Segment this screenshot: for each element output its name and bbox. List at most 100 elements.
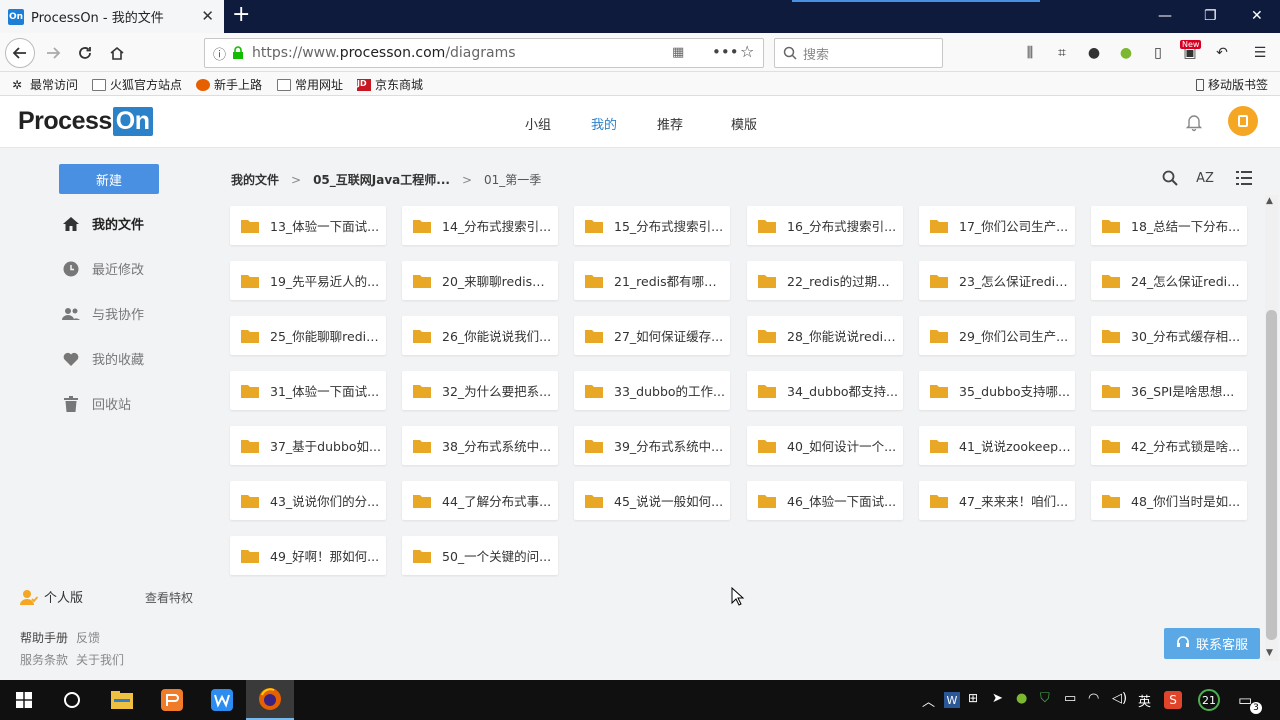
tray-wifi-icon[interactable]: ◠ xyxy=(1088,691,1099,706)
folder-card[interactable]: 22_redis的过期策... xyxy=(747,261,903,300)
sidebar-icon[interactable]: ▯ xyxy=(1150,45,1166,61)
folder-card[interactable]: 45_说说一般如何... xyxy=(574,481,730,520)
minimize-icon[interactable]: — xyxy=(1158,8,1172,24)
scroll-up-icon[interactable]: ▲ xyxy=(1266,196,1273,206)
breadcrumb-java-folder[interactable]: 05_互联网Java工程师... xyxy=(313,171,450,188)
folder-card[interactable]: 43_说说你们的分... xyxy=(230,481,386,520)
folder-card[interactable]: 50_一个关键的问... xyxy=(402,536,558,575)
window-close-icon[interactable]: ✕ xyxy=(1251,8,1263,24)
start-button[interactable] xyxy=(0,680,48,720)
nav-mine[interactable]: 我的 xyxy=(591,114,617,133)
feedback-link[interactable]: 反馈 xyxy=(76,629,100,646)
folder-card[interactable]: 13_体验一下面试... xyxy=(230,206,386,245)
sort-az-icon[interactable]: AZ xyxy=(1194,168,1216,188)
folder-card[interactable]: 42_分布式锁是啥... xyxy=(1091,426,1247,465)
sidebar-item-favorites[interactable]: 我的收藏 xyxy=(62,349,144,368)
folder-card[interactable]: 30_分布式缓存相... xyxy=(1091,316,1247,355)
terms-link[interactable]: 服务条款 xyxy=(20,651,68,668)
qr-code-icon[interactable]: ▦ xyxy=(672,45,684,60)
reload-button[interactable] xyxy=(70,38,100,68)
sidebar-item-collaborate[interactable]: 与我协作 xyxy=(62,304,144,323)
tray-send-icon[interactable]: ➤ xyxy=(992,691,1003,706)
about-link[interactable]: 关于我们 xyxy=(76,651,124,668)
tray-camera-icon[interactable]: ⊞ xyxy=(968,691,978,705)
bookmark-most-visited[interactable]: ✲ 最常访问 xyxy=(12,76,78,93)
folder-card[interactable]: 14_分布式搜索引... xyxy=(402,206,558,245)
folder-card[interactable]: 17_你们公司生产... xyxy=(919,206,1075,245)
folder-card[interactable]: 38_分布式系统中... xyxy=(402,426,558,465)
view-privileges-link[interactable]: 查看特权 xyxy=(145,589,193,606)
nav-groups[interactable]: 小组 xyxy=(525,114,551,133)
folder-card[interactable]: 25_你能聊聊redis... xyxy=(230,316,386,355)
folder-card[interactable]: 15_分布式搜索引... xyxy=(574,206,730,245)
menu-icon[interactable]: ☰ xyxy=(1252,45,1268,61)
browser-search-box[interactable]: 搜索 xyxy=(774,38,943,68)
tray-ime[interactable]: 英 xyxy=(1138,691,1151,710)
folder-card[interactable]: 36_SPI是啥思想... xyxy=(1091,371,1247,410)
tray-word-icon[interactable]: W xyxy=(944,692,960,708)
contact-service-button[interactable]: 联系客服 xyxy=(1164,628,1260,659)
sidebar-item-trash[interactable]: 回收站 xyxy=(62,394,131,413)
taskbar-slides-app[interactable] xyxy=(148,680,196,720)
folder-card[interactable]: 35_dubbo支持哪... xyxy=(919,371,1075,410)
folder-card[interactable]: 24_怎么保证redis... xyxy=(1091,261,1247,300)
breadcrumb-my-files[interactable]: 我的文件 xyxy=(231,171,279,188)
library-icon[interactable]: ⫼ xyxy=(1022,45,1038,61)
sidebar-item-my-files[interactable]: 我的文件 xyxy=(62,214,144,233)
folder-card[interactable]: 41_说说zookeepe... xyxy=(919,426,1075,465)
folder-card[interactable]: 27_如何保证缓存... xyxy=(574,316,730,355)
bookmark-getting-started[interactable]: 新手上路 xyxy=(196,76,262,93)
list-view-icon[interactable] xyxy=(1233,168,1255,188)
folder-card[interactable]: 21_redis都有哪些... xyxy=(574,261,730,300)
scrollbar-thumb[interactable] xyxy=(1266,310,1277,640)
search-icon[interactable] xyxy=(1159,168,1181,188)
scroll-down-icon[interactable]: ▼ xyxy=(1266,648,1273,658)
extension-icon[interactable]: ● xyxy=(1118,45,1134,61)
undo-icon[interactable]: ↶ xyxy=(1214,45,1230,61)
home-button[interactable] xyxy=(102,38,132,68)
folder-card[interactable]: 37_基于dubbo如... xyxy=(230,426,386,465)
help-manual-link[interactable]: 帮助手册 xyxy=(20,629,68,646)
bookmark-star-icon[interactable]: ☆ xyxy=(740,42,754,61)
new-button[interactable]: 新建 xyxy=(59,164,159,194)
cortana-button[interactable] xyxy=(48,680,96,720)
folder-card[interactable]: 44_了解分布式事... xyxy=(402,481,558,520)
screenshot-icon[interactable]: ⌗ xyxy=(1054,45,1070,61)
folder-card[interactable]: 34_dubbo都支持... xyxy=(747,371,903,410)
folder-card[interactable]: 16_分布式搜索引... xyxy=(747,206,903,245)
chat-icon[interactable]: ● xyxy=(1086,45,1102,61)
bell-icon[interactable] xyxy=(1184,112,1204,132)
tray-expand-icon[interactable]: ︿ xyxy=(922,691,935,710)
tray-shield-icon[interactable]: ⛉ xyxy=(1040,691,1050,706)
close-tab-icon[interactable]: ✕ xyxy=(201,7,214,25)
info-icon[interactable]: ⓘ xyxy=(213,44,226,63)
taskbar-firefox[interactable] xyxy=(246,680,294,720)
folder-card[interactable]: 29_你们公司生产... xyxy=(919,316,1075,355)
folder-card[interactable]: 28_你能说说redis... xyxy=(747,316,903,355)
taskbar-file-explorer[interactable] xyxy=(98,680,146,720)
tray-sogou-icon[interactable]: S xyxy=(1164,691,1182,709)
tray-notification-count[interactable]: 21 xyxy=(1198,689,1220,711)
tray-battery-icon[interactable]: ▭ xyxy=(1064,691,1076,706)
bookmark-common-sites[interactable]: 常用网址 xyxy=(277,76,343,93)
folder-card[interactable]: 33_dubbo的工作... xyxy=(574,371,730,410)
folder-card[interactable]: 46_体验一下面试... xyxy=(747,481,903,520)
processon-logo[interactable]: Process On xyxy=(18,107,153,136)
bookmark-jd[interactable]: JD 京东商城 xyxy=(357,76,423,93)
folder-card[interactable]: 19_先平易近人的... xyxy=(230,261,386,300)
folder-card[interactable]: 26_你能说说我们... xyxy=(402,316,558,355)
forward-button[interactable] xyxy=(38,38,68,68)
folder-card[interactable]: 48_你们当时是如... xyxy=(1091,481,1247,520)
folder-card[interactable]: 20_来聊聊redis的... xyxy=(402,261,558,300)
back-button[interactable] xyxy=(5,38,35,68)
tray-volume-icon[interactable]: ◁) xyxy=(1112,691,1127,706)
page-actions-icon[interactable]: ••• xyxy=(712,43,739,61)
folder-card[interactable]: 23_怎么保证redis... xyxy=(919,261,1075,300)
folder-card[interactable]: 39_分布式系统中... xyxy=(574,426,730,465)
folder-card[interactable]: 31_体验一下面试... xyxy=(230,371,386,410)
folder-card[interactable]: 49_好啊！那如何... xyxy=(230,536,386,575)
taskbar-word-app[interactable] xyxy=(198,680,246,720)
folder-card[interactable]: 32_为什么要把系... xyxy=(402,371,558,410)
bookmark-firefox-site[interactable]: 火狐官方站点 xyxy=(92,76,182,93)
folder-card[interactable]: 47_来来来！咱们... xyxy=(919,481,1075,520)
